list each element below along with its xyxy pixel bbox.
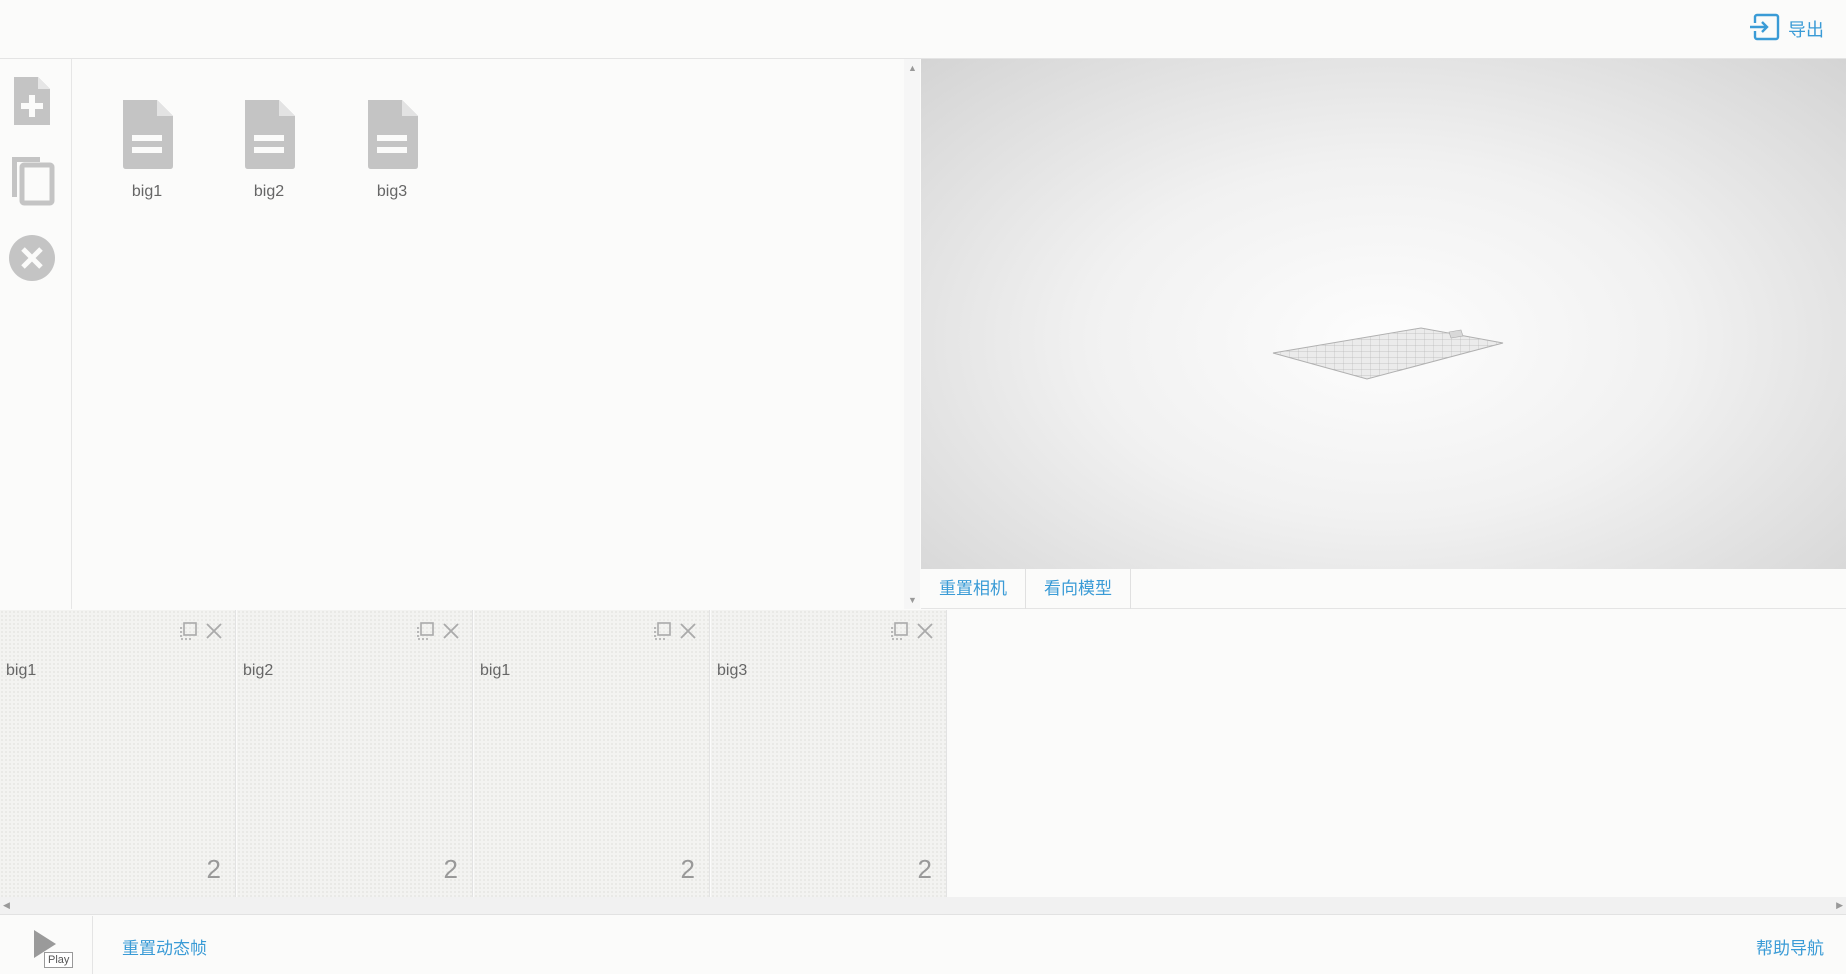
keyframe-count: 2 xyxy=(917,854,932,884)
keyframe-count: 2 xyxy=(680,854,695,884)
scroll-up-icon[interactable]: ▲ xyxy=(908,63,917,73)
copy-icon xyxy=(891,622,908,640)
file-item-big2[interactable]: big2 xyxy=(224,97,314,201)
keyframe-card[interactable]: big1 2 xyxy=(0,610,236,897)
horizontal-scrollbar[interactable]: ◀ ▶ xyxy=(0,897,1846,915)
frame-copy-button[interactable] xyxy=(651,620,673,642)
reset-keyframes-button[interactable]: 重置动态帧 xyxy=(122,934,207,959)
keyframe-card[interactable]: big1 2 xyxy=(474,610,710,897)
document-icon xyxy=(347,97,437,171)
tool-strip xyxy=(0,59,72,609)
keyframe-name: big1 xyxy=(6,662,37,679)
close-icon xyxy=(680,623,696,639)
frame-close-button[interactable] xyxy=(914,620,936,642)
model-grid-plane xyxy=(1272,327,1504,380)
3d-viewport[interactable] xyxy=(921,59,1846,569)
file-list: big1 big2 big3 xyxy=(73,59,903,609)
file-name: big3 xyxy=(376,183,408,200)
frame-copy-button[interactable] xyxy=(414,620,436,642)
copy-icon xyxy=(8,157,56,211)
export-icon xyxy=(1748,13,1780,46)
viewport-toolbar: 重置相机 看向模型 xyxy=(921,569,1846,609)
scroll-down-icon[interactable]: ▼ xyxy=(908,595,917,605)
scroll-right-icon[interactable]: ▶ xyxy=(1836,900,1843,911)
keyframe-name: big1 xyxy=(480,662,511,679)
scroll-left-icon[interactable]: ◀ xyxy=(3,900,10,911)
new-file-icon xyxy=(8,77,56,133)
play-button[interactable]: Play xyxy=(0,916,93,974)
frame-copy-button[interactable] xyxy=(177,620,199,642)
close-icon xyxy=(206,623,222,639)
document-icon xyxy=(102,97,192,171)
keyframe-name: big3 xyxy=(717,662,748,679)
frame-close-button[interactable] xyxy=(677,620,699,642)
file-name: big1 xyxy=(131,183,163,200)
keyframe-card[interactable]: big2 2 xyxy=(237,610,473,897)
file-item-big1[interactable]: big1 xyxy=(102,97,192,201)
play-tooltip: Play xyxy=(44,952,74,968)
keyframe-name: big2 xyxy=(243,662,274,679)
export-label: 导出 xyxy=(1788,20,1824,40)
new-file-button[interactable] xyxy=(8,73,56,129)
delete-button[interactable] xyxy=(8,230,56,286)
look-at-model-button[interactable]: 看向模型 xyxy=(1026,569,1131,609)
vertical-scrollbar[interactable]: ▲ ▼ xyxy=(904,59,920,609)
copy-button[interactable] xyxy=(8,151,56,207)
keyframe-count: 2 xyxy=(443,854,458,884)
frame-close-button[interactable] xyxy=(203,620,225,642)
export-button[interactable]: 导出 xyxy=(1748,13,1824,46)
file-item-big3[interactable]: big3 xyxy=(347,97,437,201)
keyframe-count: 2 xyxy=(206,854,221,884)
keyframe-card[interactable]: big3 2 xyxy=(711,610,947,897)
copy-icon xyxy=(417,622,434,640)
top-bar: 导出 xyxy=(0,0,1846,59)
bottom-bar: Play 重置动态帧 帮助导航 xyxy=(0,916,1846,974)
frame-close-button[interactable] xyxy=(440,620,462,642)
help-navigation-link[interactable]: 帮助导航 xyxy=(1756,934,1824,959)
file-name: big2 xyxy=(253,183,285,200)
reset-camera-button[interactable]: 重置相机 xyxy=(921,569,1026,609)
close-circle-icon xyxy=(8,235,56,290)
close-icon xyxy=(917,623,933,639)
copy-icon xyxy=(654,622,671,640)
document-icon xyxy=(224,97,314,171)
keyframe-strip: big1 2 big2 2 big1 2 big3 2 xyxy=(0,610,1846,897)
frame-copy-button[interactable] xyxy=(888,620,910,642)
copy-icon xyxy=(180,622,197,640)
close-icon xyxy=(443,623,459,639)
